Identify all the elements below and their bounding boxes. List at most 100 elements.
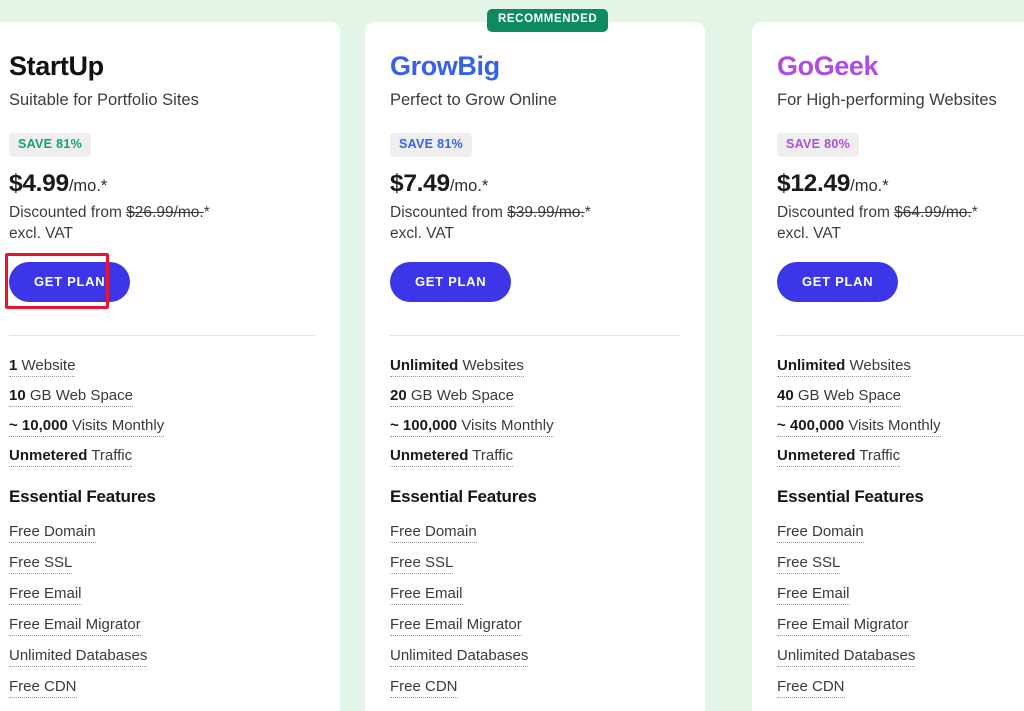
feature-item-free-ssl[interactable]: Free SSL: [9, 555, 73, 574]
features-heading-startup: Essential Features: [9, 486, 156, 506]
feature-row: Free Domain: [9, 524, 315, 555]
feature-row: Free Email: [9, 586, 315, 617]
feature-row: Free Email Migrator: [390, 617, 680, 648]
feature-row: Free Domain: [390, 524, 680, 555]
spec-list-startup: 1 Website 10 GB Web Space ~ 10,000 Visit…: [9, 358, 315, 478]
card-divider-gogeek: [777, 334, 1024, 336]
get-plan-button-startup[interactable]: GET PLAN: [9, 261, 131, 302]
spec-value: ~ 100,000: [390, 416, 458, 434]
spec-row: 20 GB Web Space: [390, 388, 680, 418]
plan-tagline-startup: Suitable for Portfolio Sites: [9, 90, 199, 109]
price-row-gogeek: $12.49/mo.*: [777, 170, 1024, 198]
spec-row: Unmetered Traffic: [777, 448, 1024, 478]
spec-item-web-space[interactable]: 10 GB Web Space: [9, 388, 133, 407]
spec-label: GB Web Space: [406, 386, 514, 404]
plan-name-gogeek: GoGeek: [777, 51, 879, 81]
spec-row: Unmetered Traffic: [9, 448, 315, 478]
get-plan-button-growbig[interactable]: GET PLAN: [390, 261, 512, 302]
feature-item-free-cdn[interactable]: Free CDN: [9, 679, 77, 698]
price-discount-startup: Discounted from $26.99/mo.*: [9, 204, 315, 222]
feature-row: Unlimited Databases: [777, 648, 1024, 679]
feature-item-free-email[interactable]: Free Email: [390, 586, 463, 605]
spec-value: 20: [390, 386, 407, 404]
plan-card-startup: StartUp Suitable for Portfolio Sites SAV…: [0, 22, 340, 711]
spec-item-visits[interactable]: ~ 10,000 Visits Monthly: [9, 418, 165, 437]
spec-item-visits[interactable]: ~ 100,000 Visits Monthly: [390, 418, 554, 437]
feature-item-free-cdn[interactable]: Free CDN: [777, 679, 845, 698]
feature-item-free-email[interactable]: Free Email: [9, 586, 82, 605]
price-discount-growbig: Discounted from $39.99/mo.*: [390, 204, 680, 222]
feature-row: Free SSL: [390, 555, 680, 586]
vat-note-growbig: excl. VAT: [390, 224, 455, 242]
old-price-growbig: $39.99/mo.: [507, 203, 585, 221]
feature-item-unlimited-databases[interactable]: Unlimited Databases: [9, 648, 148, 667]
feature-row: Unlimited Databases: [390, 648, 680, 679]
spec-item-traffic[interactable]: Unmetered Traffic: [777, 446, 901, 467]
feature-item-free-domain[interactable]: Free Domain: [390, 524, 477, 543]
plan-tagline-gogeek: For High-performing Websites: [777, 90, 997, 109]
spec-value: 10: [9, 386, 26, 404]
feature-row: Free Email Migrator: [777, 617, 1024, 648]
spec-row: ~ 100,000 Visits Monthly: [390, 418, 680, 448]
old-price-gogeek: $64.99/mo.: [894, 203, 972, 221]
spec-row: Unmetered Traffic: [390, 448, 680, 478]
feature-row: Free Email: [777, 586, 1024, 617]
spec-label: Visits Monthly: [844, 416, 941, 434]
spec-item-web-space[interactable]: 20 GB Web Space: [390, 388, 514, 407]
spec-item-visits[interactable]: ~ 400,000 Visits Monthly: [777, 418, 941, 437]
feature-item-free-domain[interactable]: Free Domain: [777, 524, 864, 543]
spec-value: Unmetered: [9, 446, 88, 464]
price-row-growbig: $7.49/mo.*: [390, 170, 680, 198]
feature-row: Free SSL: [777, 555, 1024, 586]
feature-item-unlimited-databases[interactable]: Unlimited Databases: [390, 648, 529, 667]
feature-item-free-ssl[interactable]: Free SSL: [777, 555, 841, 574]
spec-item-websites[interactable]: Unlimited Websites: [777, 358, 911, 377]
features-heading-gogeek: Essential Features: [777, 486, 924, 506]
price-amount-startup: $4.99: [9, 169, 69, 197]
spec-item-traffic[interactable]: Unmetered Traffic: [390, 448, 514, 467]
spec-label: Websites: [458, 356, 524, 374]
cta-wrap-growbig: GET PLAN: [390, 261, 680, 302]
feature-item-free-email-migrator[interactable]: Free Email Migrator: [777, 617, 909, 636]
price-discount-gogeek: Discounted from $64.99/mo.*: [777, 204, 1024, 222]
card-divider-growbig: [390, 334, 680, 336]
vat-note-gogeek: excl. VAT: [777, 224, 842, 242]
spec-row: 1 Website: [9, 358, 315, 388]
feature-row: Free CDN: [777, 679, 1024, 710]
feature-list-startup: Free Domain Free SSL Free Email Free Ema…: [9, 524, 315, 711]
spec-label: GB Web Space: [25, 386, 133, 404]
price-period-startup: /mo.*: [68, 176, 108, 195]
feature-item-free-domain[interactable]: Free Domain: [9, 524, 96, 543]
spec-row: Unlimited Websites: [390, 358, 680, 388]
plan-card-gogeek: GoGeek For High-performing Websites SAVE…: [752, 22, 1024, 711]
feature-item-free-email-migrator[interactable]: Free Email Migrator: [9, 617, 141, 636]
spec-item-web-space[interactable]: 40 GB Web Space: [777, 388, 901, 407]
spec-item-traffic[interactable]: Unmetered Traffic: [9, 446, 133, 467]
spec-label: Website: [17, 356, 76, 374]
discount-suffix-growbig: *: [584, 203, 591, 221]
discount-prefix-gogeek: Discounted from: [777, 203, 895, 221]
recommended-badge: RECOMMENDED: [487, 9, 609, 32]
get-plan-button-gogeek[interactable]: GET PLAN: [777, 261, 899, 302]
card-divider-startup: [9, 334, 315, 336]
spec-value: Unlimited: [777, 356, 846, 374]
price-amount-gogeek: $12.49: [777, 169, 851, 197]
feature-list-gogeek: Free Domain Free SSL Free Email Free Ema…: [777, 524, 1024, 711]
spec-list-gogeek: Unlimited Websites 40 GB Web Space ~ 400…: [777, 358, 1024, 478]
feature-row: Free SSL: [9, 555, 315, 586]
spec-row: ~ 400,000 Visits Monthly: [777, 418, 1024, 448]
plan-name-startup: StartUp: [9, 51, 104, 81]
feature-item-free-cdn[interactable]: Free CDN: [390, 679, 458, 698]
feature-item-free-email[interactable]: Free Email: [777, 586, 850, 605]
spec-item-websites[interactable]: Unlimited Websites: [390, 358, 524, 377]
spec-item-websites[interactable]: 1 Website: [9, 356, 76, 377]
feature-row: Free CDN: [390, 679, 680, 710]
feature-item-free-email-migrator[interactable]: Free Email Migrator: [390, 617, 522, 636]
feature-item-free-ssl[interactable]: Free SSL: [390, 555, 454, 574]
price-period-gogeek: /mo.*: [850, 176, 889, 195]
feature-row: Free Email Migrator: [9, 617, 315, 648]
cta-wrap-startup: GET PLAN: [9, 261, 315, 302]
spec-label: Traffic: [855, 446, 901, 464]
spec-value: Unlimited: [390, 356, 459, 374]
feature-item-unlimited-databases[interactable]: Unlimited Databases: [777, 648, 916, 667]
